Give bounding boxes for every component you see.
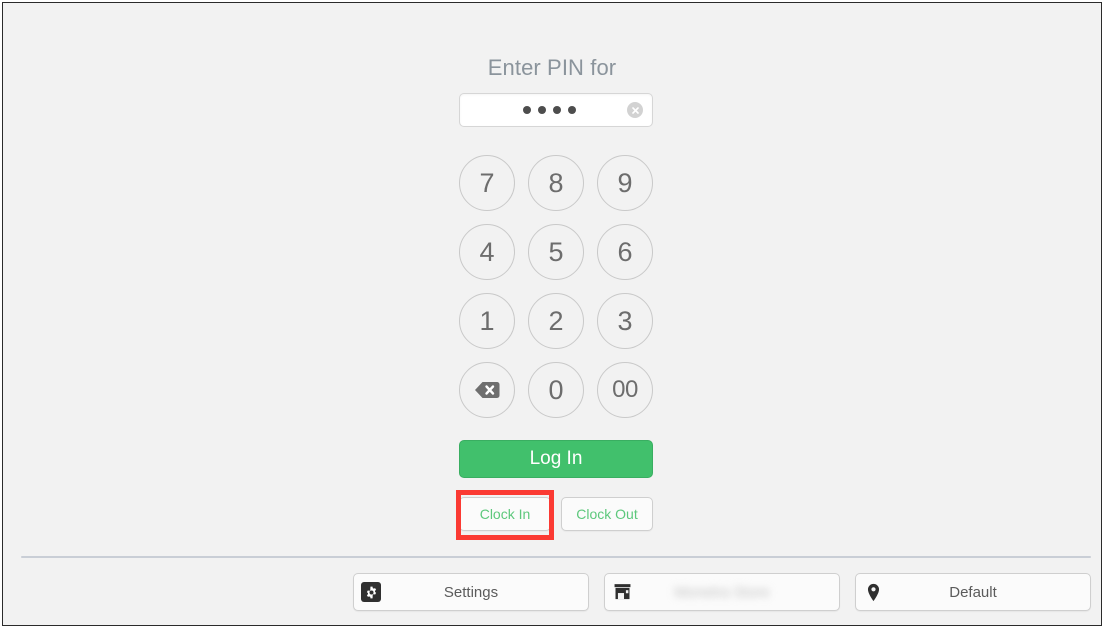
clock-out-button[interactable]: Clock Out	[561, 497, 653, 531]
pin-dot	[537, 106, 546, 114]
footer-divider	[21, 556, 1091, 558]
key-5[interactable]: 5	[528, 224, 584, 280]
key-9[interactable]: 9	[597, 155, 653, 211]
store-name-label: Monetra Store	[674, 583, 770, 601]
location-selector-button[interactable]: Default	[855, 573, 1091, 611]
key-00[interactable]: 00	[597, 362, 653, 418]
clear-circle-icon[interactable]	[627, 102, 643, 118]
login-button[interactable]: Log In	[459, 440, 653, 478]
pin-keypad: 7 8 9 4 5 6 1 2 3 0 00	[459, 155, 653, 418]
key-3[interactable]: 3	[597, 293, 653, 349]
key-8[interactable]: 8	[528, 155, 584, 211]
key-4[interactable]: 4	[459, 224, 515, 280]
location-label: Default	[949, 583, 997, 601]
pin-dot	[522, 106, 531, 114]
location-pin-icon	[856, 583, 890, 602]
bottom-toolbar: Settings Monetra Store Default	[3, 573, 1101, 617]
key-backspace[interactable]	[459, 362, 515, 418]
key-1[interactable]: 1	[459, 293, 515, 349]
page-title-line1: Enter PIN for	[487, 55, 617, 80]
settings-button[interactable]: Settings	[353, 573, 589, 611]
clock-in-button[interactable]: Clock In	[459, 497, 551, 531]
pin-dot	[567, 106, 576, 114]
key-0[interactable]: 0	[528, 362, 584, 418]
pin-dot	[552, 106, 561, 114]
clock-button-row: Clock In Clock Out	[459, 497, 653, 531]
key-6[interactable]: 6	[597, 224, 653, 280]
pin-input[interactable]	[459, 93, 653, 127]
key-7[interactable]: 7	[459, 155, 515, 211]
store-icon	[605, 583, 639, 601]
pin-masked-value	[460, 94, 652, 126]
settings-label: Settings	[443, 583, 499, 601]
store-selector-button[interactable]: Monetra Store	[604, 573, 840, 611]
pin-login-screen: Enter PIN for Monetra Store 7 8 9 4 5 6 …	[2, 2, 1102, 626]
key-2[interactable]: 2	[528, 293, 584, 349]
backspace-icon	[475, 382, 500, 398]
gear-icon	[354, 582, 388, 602]
